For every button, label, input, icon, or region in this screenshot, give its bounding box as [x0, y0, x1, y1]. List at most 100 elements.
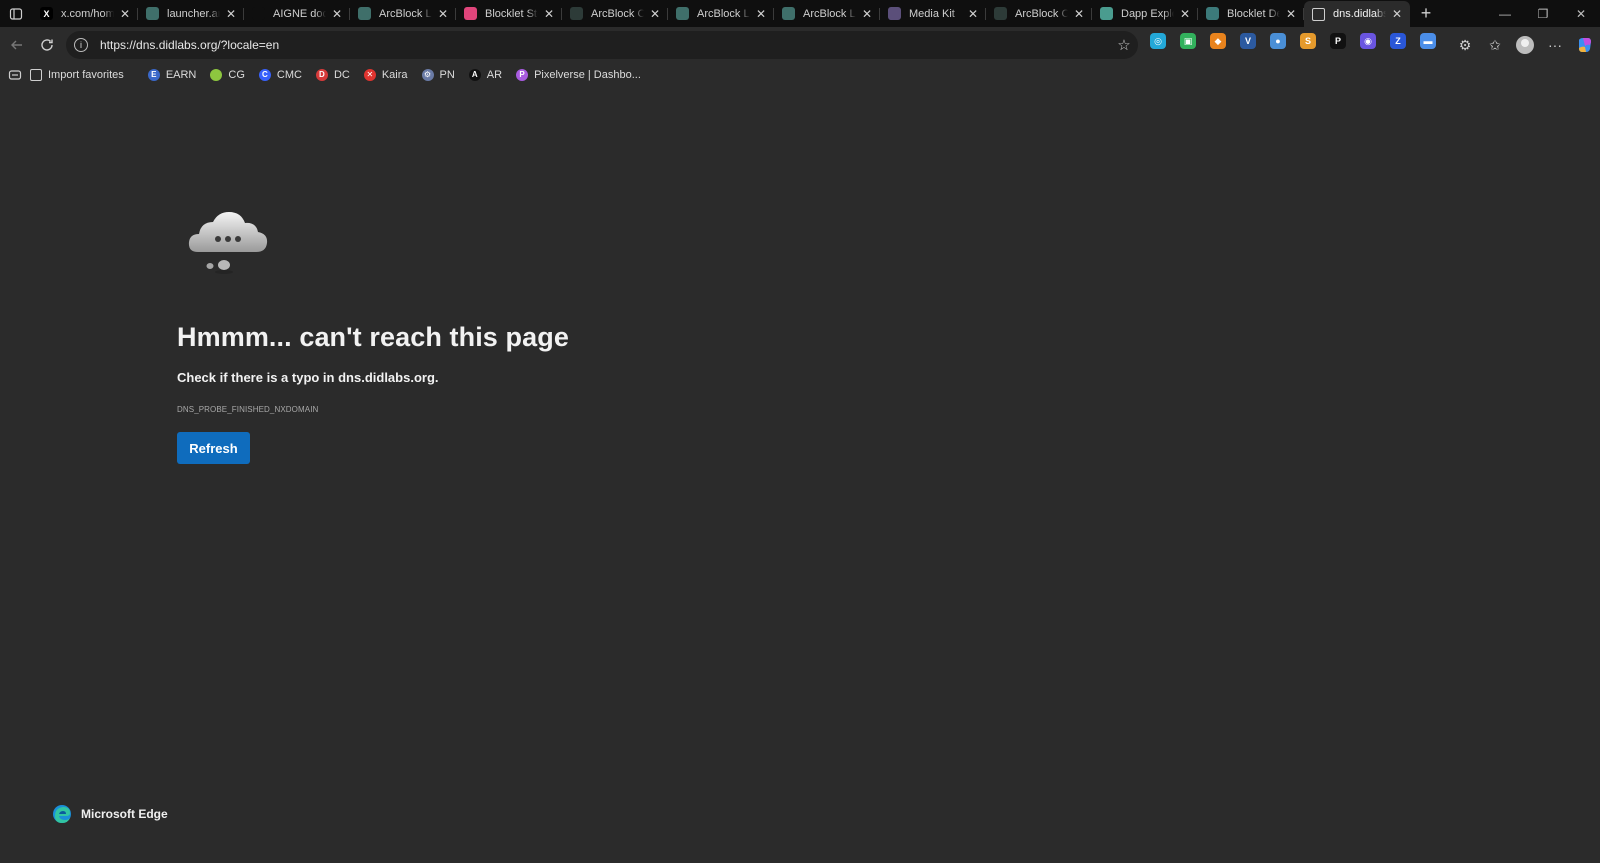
close-window-button[interactable]: ✕ — [1562, 0, 1600, 27]
close-icon: ✕ — [1575, 6, 1587, 21]
coingecko-icon — [210, 68, 223, 81]
collections-icon — [8, 69, 22, 80]
favorite-label: CG — [228, 68, 245, 81]
favorite-label: PN — [439, 68, 455, 81]
tab[interactable]: ArcBlock Launcher ✕ — [350, 1, 456, 27]
refresh-button[interactable]: Refresh — [177, 432, 250, 464]
tab[interactable]: Blocklet Dev ✕ — [1198, 1, 1304, 27]
tab-close-icon[interactable]: ✕ — [1284, 7, 1298, 21]
tab-close-icon[interactable]: ✕ — [754, 7, 768, 21]
ext-2-icon[interactable]: ▣ — [1180, 33, 1196, 49]
favorite-label: CMC — [276, 68, 302, 81]
arcblock-favicon — [146, 7, 159, 20]
z-ext-icon[interactable]: Z — [1390, 33, 1406, 49]
address-bar[interactable]: i https://dns.didlabs.org/?locale=en ☆ — [66, 31, 1138, 59]
favorite-item[interactable]: CG — [210, 68, 245, 81]
tab-close-icon[interactable]: ✕ — [1072, 7, 1086, 21]
tab-close-icon[interactable]: ✕ — [224, 7, 238, 21]
edge-branding: Microsoft Edge — [52, 804, 168, 824]
tab-title: ArcBlock Community — [1015, 7, 1068, 20]
site-info-icon[interactable]: i — [74, 38, 88, 52]
minimize-button[interactable]: — — [1486, 0, 1524, 27]
copilot-button[interactable] — [1570, 31, 1600, 59]
tab-close-icon[interactable]: ✕ — [1178, 7, 1192, 21]
pixelverse-icon: P — [516, 68, 529, 81]
favorite-item[interactable]: P Pixelverse | Dashbo... — [516, 68, 641, 81]
arcblock-favicon — [782, 7, 795, 20]
tab-close-icon[interactable]: ✕ — [542, 7, 556, 21]
favorite-item[interactable]: C CMC — [258, 68, 302, 81]
extension-icons: ◎ ▣ ◆ V ● S P ◉ Z ▬ — [1150, 33, 1450, 49]
puzzle-icon: ⚙ — [1458, 36, 1472, 53]
favorite-item[interactable]: E EARN — [147, 68, 196, 81]
tab-title: ArcBlock Launcher — [697, 7, 750, 20]
profile-button[interactable] — [1510, 31, 1540, 59]
earn-icon: E — [147, 68, 160, 81]
page-icon — [1312, 7, 1325, 21]
tab-close-icon[interactable]: ✕ — [118, 7, 132, 21]
favorite-item[interactable]: ⚙ PN — [421, 68, 455, 81]
coinmarketcap-icon: C — [258, 68, 271, 81]
s-ext-icon[interactable]: S — [1300, 33, 1316, 49]
arcblock-community-favicon — [570, 7, 583, 20]
tab[interactable]: ArcBlock Launcher ✕ — [774, 1, 880, 27]
edge-logo-icon — [53, 805, 71, 823]
new-tab-button[interactable]: + — [1412, 1, 1440, 27]
p-ext-icon[interactable]: P — [1330, 33, 1346, 49]
github-icon — [252, 7, 265, 20]
arcblock-community-favicon — [994, 7, 1007, 20]
favorites-bar-toggle[interactable] — [0, 69, 30, 81]
tab[interactable]: Xx.com/home ✕ — [32, 1, 138, 27]
error-code: DNS_PROBE_FINISHED_NXDOMAIN — [177, 405, 319, 414]
tab[interactable]: ArcBlock Launcher ✕ — [668, 1, 774, 27]
tab-close-icon[interactable]: ✕ — [436, 7, 450, 21]
favorite-item[interactable]: Import favorites — [30, 68, 124, 81]
import-icon — [30, 68, 42, 81]
favorite-item[interactable]: ✕ Kaira — [363, 68, 408, 81]
back-button[interactable] — [2, 30, 32, 60]
tab[interactable]: AIGNE docs ✕ — [244, 1, 350, 27]
tab-close-icon[interactable]: ✕ — [330, 7, 344, 21]
dc-icon: D — [315, 68, 328, 81]
globe-ext-icon[interactable]: ● — [1270, 33, 1286, 49]
favorite-star-icon[interactable]: ☆ — [1110, 36, 1138, 54]
favorites-icon: ✩ — [1489, 36, 1501, 53]
tab-actions-button[interactable] — [0, 0, 32, 27]
tab-close-icon[interactable]: ✕ — [648, 7, 662, 21]
pn-icon: ⚙ — [421, 68, 434, 81]
favorites-list: Import favorites E EARN CG C CMC D DC ✕ Kaira ⚙ PN A… — [30, 68, 655, 81]
tab-title: ArcBlock Launcher — [803, 7, 856, 20]
favorite-item[interactable]: A AR — [468, 68, 502, 81]
tab[interactable]: launcher.arc ✕ — [138, 1, 244, 27]
tab-title: ArcBlock Launcher — [379, 7, 432, 20]
ext-1-icon[interactable]: ◎ — [1150, 33, 1166, 49]
favorites-button[interactable]: ✩ — [1480, 31, 1510, 59]
metamask-icon[interactable]: ◆ — [1210, 33, 1226, 49]
favorite-label: Kaira — [381, 68, 408, 81]
tab[interactable]: Blocklet Store ✕ — [456, 1, 562, 27]
more-menu-button[interactable]: ··· — [1540, 31, 1570, 59]
restore-button[interactable]: ❐ — [1524, 0, 1562, 27]
phantom-icon[interactable]: ◉ — [1360, 33, 1376, 49]
tab-close-icon[interactable]: ✕ — [1390, 7, 1404, 21]
tab-title: Dapp Explorer — [1121, 7, 1174, 20]
tab[interactable]: Dapp Explorer ✕ — [1092, 1, 1198, 27]
v-ext-icon[interactable]: V — [1240, 33, 1256, 49]
tab-title: Blocklet Store — [485, 7, 538, 20]
reload-button[interactable] — [32, 30, 62, 60]
toolbar-right: ⚙ ✩ ··· — [1450, 31, 1600, 59]
extensions-button[interactable]: ⚙ — [1450, 31, 1480, 59]
wallet-ext-icon[interactable]: ▬ — [1420, 33, 1436, 49]
dapp-explorer-favicon — [1100, 7, 1113, 20]
tab-title: ArcBlock Community — [591, 7, 644, 20]
tab-close-icon[interactable]: ✕ — [860, 7, 874, 21]
favorite-label: DC — [333, 68, 350, 81]
tab[interactable]: dns.didlabs.org ✕ — [1304, 0, 1410, 28]
favorite-item[interactable]: D DC — [315, 68, 350, 81]
tab[interactable]: ArcBlock Community ✕ — [986, 1, 1092, 27]
tab[interactable]: ArcBlock Community ✕ — [562, 1, 668, 27]
minimize-icon: — — [1499, 6, 1511, 21]
tab-close-icon[interactable]: ✕ — [966, 7, 980, 21]
tab[interactable]: Media Kit ✕ — [880, 1, 986, 27]
address-url[interactable]: https://dns.didlabs.org/?locale=en — [100, 38, 1110, 52]
